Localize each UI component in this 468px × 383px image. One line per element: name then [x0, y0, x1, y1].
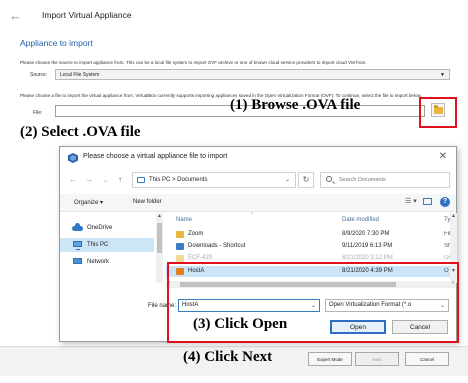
- callout-step-2: (2) Select .OVA file: [20, 124, 141, 140]
- scroll-up-icon[interactable]: ▲: [157, 213, 162, 219]
- help-icon[interactable]: ?: [440, 197, 450, 207]
- folder-icon: [176, 255, 184, 262]
- file-label: File:: [33, 110, 43, 116]
- search-input[interactable]: Search Documents: [320, 172, 450, 188]
- back-arrow-icon[interactable]: ←: [9, 8, 22, 23]
- callout-step-4: (4) Click Next: [183, 349, 273, 365]
- source-select[interactable]: Local File System ▼: [55, 69, 450, 80]
- dialog-toolbar: Organize ▾ New folder ☰ ▾ ?: [60, 194, 456, 212]
- source-select-value: Local File System: [60, 72, 100, 78]
- nav-item-label: Network: [87, 259, 110, 265]
- nav-item-this-pc[interactable]: This PC: [60, 238, 154, 252]
- file-date: 9/11/2019 6:13 PM: [342, 243, 393, 249]
- file-row-downloads-shortcut[interactable]: Downloads - Shortcut 9/11/2019 6:13 PM S…: [166, 241, 452, 252]
- search-icon: [326, 176, 332, 182]
- preview-pane-icon[interactable]: [423, 198, 432, 205]
- wizard-cancel-button[interactable]: Cancel: [405, 352, 449, 366]
- file-row-zoom[interactable]: Zoom 8/9/2020 7:30 PM Fil: [166, 229, 452, 240]
- breadcrumb: This PC > Documents: [149, 177, 208, 183]
- nav-item-network[interactable]: Network: [60, 255, 154, 269]
- file-name: Zoom: [188, 231, 204, 237]
- this-pc-icon: [137, 177, 145, 183]
- shortcut-icon: [176, 243, 184, 250]
- browse-highlight-box: [419, 97, 457, 128]
- source-label: Source:: [30, 72, 48, 78]
- file-name: Downloads - Shortcut: [188, 243, 246, 249]
- file-name: ECF-429: [188, 255, 213, 261]
- dialog-title: Please choose a virtual appliance file t…: [83, 153, 228, 160]
- address-bar[interactable]: This PC > Documents ⌄: [132, 172, 296, 188]
- back-icon[interactable]: ←: [69, 175, 77, 184]
- column-header-name[interactable]: Name: [176, 217, 192, 223]
- forward-icon[interactable]: →: [85, 175, 93, 184]
- file-date: 8/9/2020 7:30 PM: [342, 231, 390, 237]
- section-title: Appliance to import: [20, 38, 93, 48]
- chevron-down-icon[interactable]: ⌄: [285, 176, 290, 183]
- refresh-icon[interactable]: ↻: [298, 172, 314, 188]
- computer-icon: [73, 241, 82, 250]
- source-description: Please choose the source to import appli…: [20, 60, 367, 65]
- navigation-pane: OneDrive This PC Network: [60, 213, 162, 281]
- folder-icon: [176, 231, 184, 238]
- file-date: 8/21/2020 3:12 PM: [342, 255, 393, 261]
- navigation-row: ← → ⌄ ↑ This PC > Documents ⌄ ↻ Search D…: [60, 172, 456, 190]
- up-folder-icon[interactable]: ↑: [118, 175, 122, 184]
- column-header-date[interactable]: Date modified: [342, 217, 379, 223]
- recent-locations-icon[interactable]: ⌄: [103, 177, 108, 184]
- organize-menu[interactable]: Organize ▾: [74, 199, 103, 206]
- search-placeholder: Search Documents: [339, 177, 386, 183]
- network-icon: [73, 258, 82, 264]
- nav-item-label: This PC: [87, 242, 109, 248]
- callout-step-1: (1) Browse .OVA file: [230, 97, 361, 113]
- scrollbar-thumb[interactable]: [157, 223, 162, 253]
- next-button[interactable]: Next: [355, 352, 399, 366]
- view-options-icon[interactable]: ☰ ▾: [405, 197, 417, 205]
- virtualbox-icon: [68, 153, 78, 163]
- onedrive-icon: [72, 223, 83, 231]
- nav-item-label: OneDrive: [87, 225, 113, 231]
- dialog-titlebar: Please choose a virtual appliance file t…: [60, 147, 456, 169]
- nav-item-onedrive[interactable]: OneDrive: [60, 221, 154, 235]
- new-folder-button[interactable]: New folder: [133, 199, 162, 205]
- scroll-up-icon[interactable]: ▲: [451, 213, 456, 219]
- expert-mode-button[interactable]: Expert Mode: [308, 352, 352, 366]
- callout-step-3: (3) Click Open: [193, 316, 288, 332]
- close-icon[interactable]: ✕: [439, 151, 447, 162]
- sort-arrow-icon: ⌃: [250, 212, 255, 218]
- nav-pane-scrollbar[interactable]: ▲: [156, 213, 163, 283]
- dropdown-arrow-icon: ▼: [440, 72, 445, 78]
- wizard-title: Import Virtual Appliance: [42, 10, 132, 20]
